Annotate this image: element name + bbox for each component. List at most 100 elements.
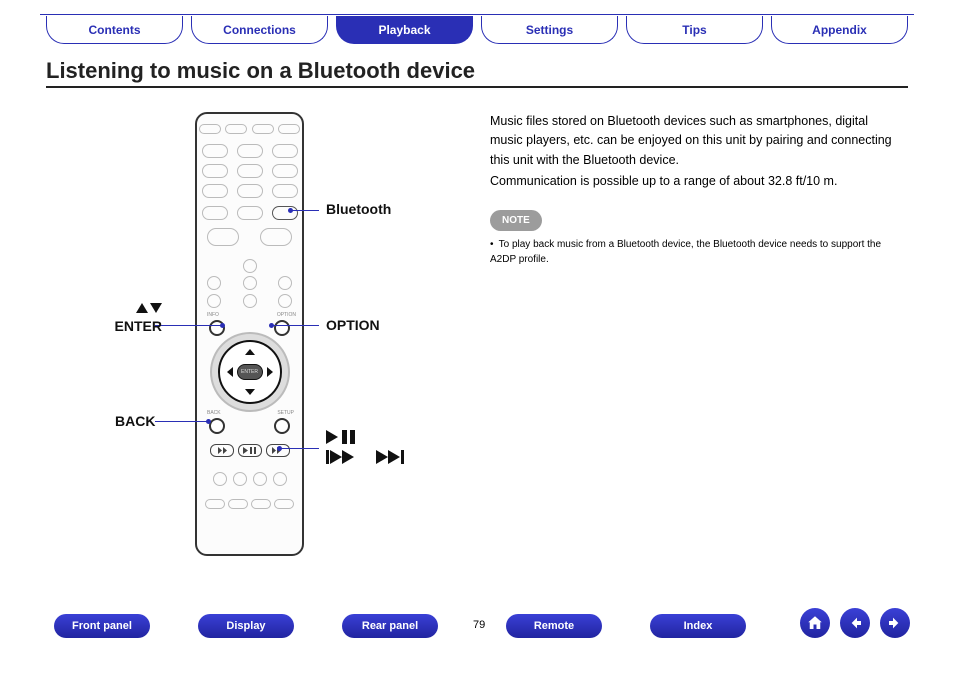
remote-dpad: ENTER	[218, 340, 282, 404]
tab-label: Tips	[682, 23, 706, 37]
remote-row	[197, 259, 302, 273]
tab-tips[interactable]: Tips	[626, 16, 763, 44]
tab-settings[interactable]: Settings	[481, 16, 618, 44]
remote-soundmode-row	[197, 499, 302, 509]
leader-line	[270, 325, 319, 326]
leader-line	[155, 421, 210, 422]
dpad-enter-button: ENTER	[237, 364, 263, 380]
leader-line	[155, 325, 224, 326]
remote-back-button	[209, 418, 225, 434]
remote-button-generic	[207, 276, 221, 290]
bottom-button-front-panel[interactable]: Front panel	[54, 614, 150, 638]
arrow-left-icon[interactable]	[840, 608, 870, 638]
button-label: Display	[226, 620, 265, 632]
remote-label: SETUP	[277, 410, 294, 416]
home-icon[interactable]	[800, 608, 830, 638]
remote-row	[197, 206, 302, 220]
up-down-icon	[104, 300, 162, 316]
remote-diagram: INFO OPTION ENTER BACK SETUP	[195, 112, 304, 556]
remote-prev-button	[210, 444, 234, 457]
remote-button-generic	[273, 472, 287, 486]
callout-bluetooth: Bluetooth	[326, 201, 391, 217]
remote-button-generic	[228, 499, 248, 509]
leader-line	[289, 210, 319, 211]
callout-enter: ENTER	[104, 318, 162, 334]
callout-skip-icon	[326, 448, 414, 464]
body-text: Music files stored on Bluetooth devices …	[490, 112, 904, 267]
remote-button-generic	[252, 124, 274, 134]
bottom-button-index[interactable]: Index	[650, 614, 746, 638]
remote-button-generic	[237, 144, 263, 158]
dpad-right-icon	[267, 367, 273, 377]
triangle-up-icon	[136, 303, 148, 313]
remote-smart-row	[197, 472, 302, 486]
top-rule	[40, 14, 914, 15]
remote-button-generic	[243, 294, 257, 308]
remote-row	[197, 228, 302, 246]
bottom-button-remote[interactable]: Remote	[506, 614, 602, 638]
remote-label: INFO	[207, 312, 219, 318]
page-title: Listening to music on a Bluetooth device	[46, 58, 475, 84]
remote-row	[197, 144, 302, 158]
remote-button-generic	[207, 294, 221, 308]
remote-button-generic	[253, 472, 267, 486]
bottom-button-bar: Front panel Display Rear panel Remote In…	[54, 614, 746, 638]
remote-button-generic	[225, 124, 247, 134]
remote-button-generic	[202, 144, 228, 158]
remote-row	[197, 164, 302, 178]
remote-row	[197, 294, 302, 308]
bullet-icon: •	[490, 237, 496, 252]
remote-bluetooth-button	[272, 206, 298, 220]
remote-button-generic	[251, 499, 271, 509]
tab-playback[interactable]: Playback	[336, 16, 473, 44]
remote-button-generic	[278, 294, 292, 308]
tab-contents[interactable]: Contents	[46, 16, 183, 44]
bottom-button-display[interactable]: Display	[198, 614, 294, 638]
remote-button-generic	[205, 499, 225, 509]
callout-playpause-icon	[326, 428, 366, 444]
page-number: 79	[473, 619, 485, 631]
remote-button-generic	[243, 259, 257, 273]
tab-connections[interactable]: Connections	[191, 16, 328, 44]
remote-button-generic	[213, 472, 227, 486]
remote-button-generic	[202, 206, 228, 220]
note-text-content: To play back music from a Bluetooth devi…	[490, 239, 881, 265]
remote-button-generic	[237, 206, 263, 220]
remote-row	[197, 184, 302, 198]
remote-button-generic	[278, 276, 292, 290]
dpad-down-icon	[245, 389, 255, 395]
tab-bar: Contents Connections Playback Settings T…	[46, 16, 908, 44]
callout-back: BACK	[115, 413, 155, 429]
note-text: • To play back music from a Bluetooth de…	[490, 237, 904, 267]
arrow-right-icon[interactable]	[880, 608, 910, 638]
dpad-ring: ENTER	[218, 340, 282, 404]
remote-button-generic	[274, 499, 294, 509]
remote-button-generic	[260, 228, 292, 246]
remote-row	[197, 276, 302, 290]
remote-button-generic	[202, 164, 228, 178]
bottom-button-rear-panel[interactable]: Rear panel	[342, 614, 438, 638]
body-p2: Communication is possible up to a range …	[490, 172, 904, 191]
button-label: Index	[684, 620, 713, 632]
remote-button-generic	[272, 144, 298, 158]
remote-label: OPTION	[277, 312, 296, 318]
nav-icon-bar	[800, 608, 910, 638]
remote-option-button	[274, 320, 290, 336]
dpad-up-icon	[245, 349, 255, 355]
button-label: Front panel	[72, 620, 132, 632]
tab-label: Contents	[89, 23, 141, 37]
tab-label: Playback	[378, 23, 430, 37]
remote-label: BACK	[207, 410, 221, 416]
callout-option: OPTION	[326, 317, 380, 333]
remote-setup-button	[274, 418, 290, 434]
tab-appendix[interactable]: Appendix	[771, 16, 908, 44]
remote-playback-row	[197, 444, 302, 457]
tab-label: Connections	[223, 23, 296, 37]
body-p1: Music files stored on Bluetooth devices …	[490, 112, 904, 170]
callout-enter-group: ENTER	[104, 300, 162, 334]
remote-button-generic	[202, 184, 228, 198]
dpad-left-icon	[227, 367, 233, 377]
leader-line	[278, 448, 319, 449]
remote-button-generic	[272, 164, 298, 178]
remote-button-generic	[278, 124, 300, 134]
